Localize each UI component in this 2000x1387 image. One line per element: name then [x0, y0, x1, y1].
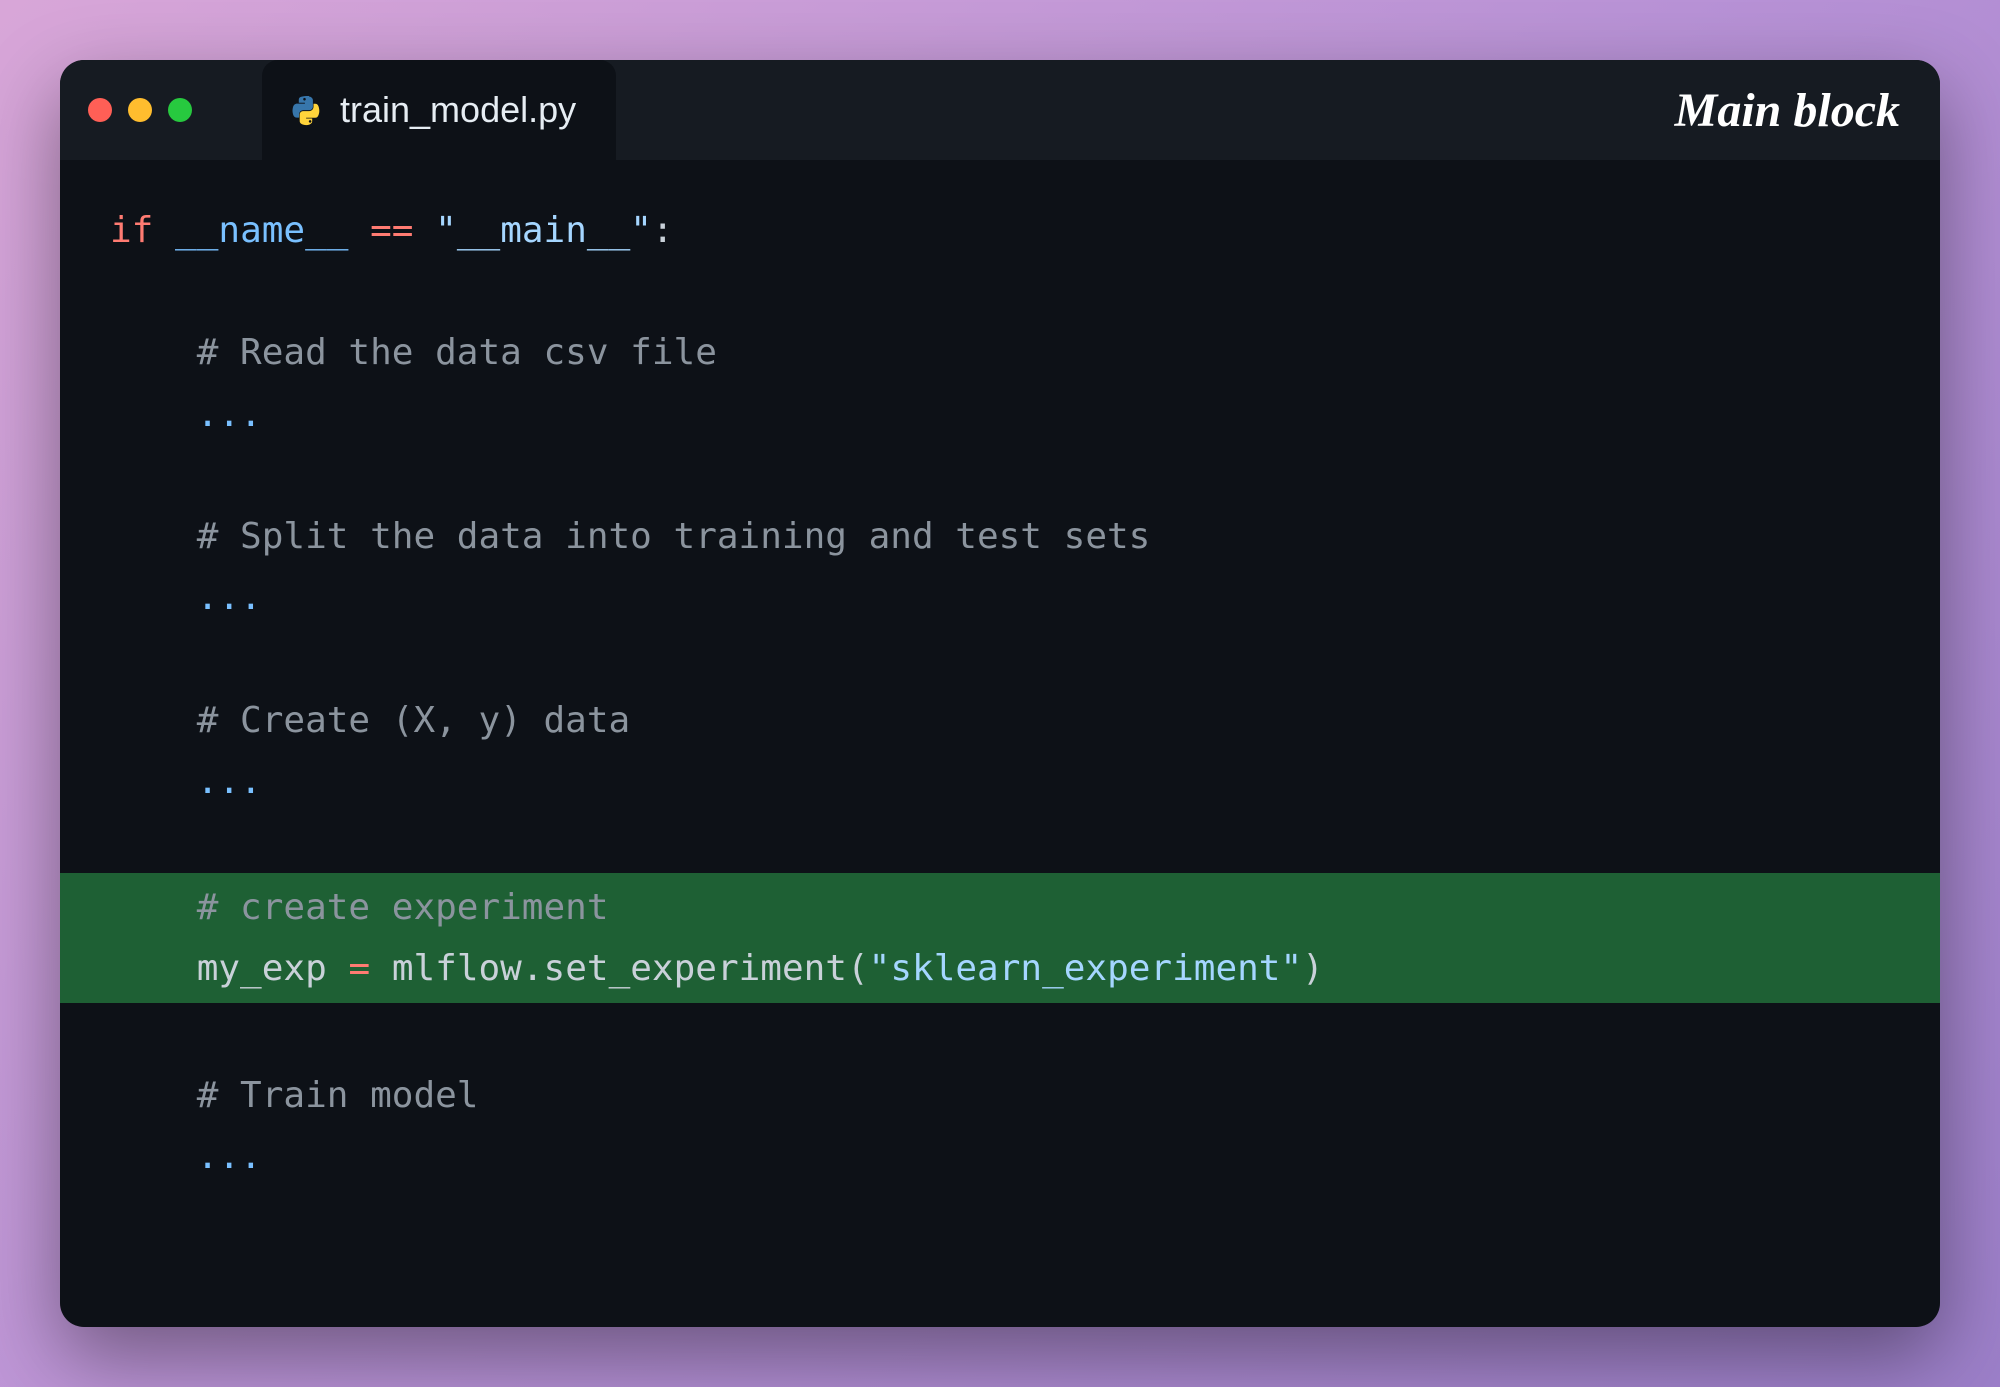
module-mlflow: mlflow [392, 948, 522, 989]
highlighted-code-block: # create experiment my_exp = mlflow.set_… [60, 873, 1940, 1003]
dot: . [522, 948, 544, 989]
window-title: Main block [1675, 83, 1900, 138]
comment: # Train model [197, 1075, 479, 1116]
editor-window: train_model.py Main block if __name__ ==… [60, 60, 1940, 1327]
blank-line [60, 261, 1940, 322]
comment: # create experiment [197, 887, 609, 928]
code-line: # Split the data into training and test … [60, 506, 1940, 567]
ellipsis: ... [197, 394, 262, 435]
code-line: ... [60, 1126, 1940, 1187]
string-experiment-name: "sklearn_experiment" [869, 948, 1302, 989]
colon: : [652, 210, 674, 251]
maximize-button[interactable] [168, 98, 192, 122]
minimize-button[interactable] [128, 98, 152, 122]
variable-my-exp: my_exp [197, 948, 327, 989]
blank-line [60, 1003, 1940, 1064]
code-line: # Train model [60, 1065, 1940, 1126]
ellipsis: ... [197, 1136, 262, 1177]
code-line: # Read the data csv file [60, 322, 1940, 383]
func-set-experiment: set_experiment [544, 948, 847, 989]
close-button[interactable] [88, 98, 112, 122]
operator-eq: == [370, 210, 413, 251]
comment: # Split the data into training and test … [197, 516, 1151, 557]
code-line: my_exp = mlflow.set_experiment("sklearn_… [60, 938, 1940, 999]
tab-filename: train_model.py [340, 89, 576, 131]
file-tab[interactable]: train_model.py [262, 60, 616, 160]
python-icon [292, 94, 324, 126]
titlebar: train_model.py Main block [60, 60, 1940, 160]
code-line: ... [60, 384, 1940, 445]
code-editor[interactable]: if __name__ == "__main__": # Read the da… [60, 160, 1940, 1217]
code-line: # create experiment [60, 877, 1940, 938]
code-line: ... [60, 567, 1940, 628]
comment: # Create (X, y) data [197, 700, 630, 741]
paren-open: ( [847, 948, 869, 989]
ellipsis: ... [197, 577, 262, 618]
blank-line [60, 628, 1940, 689]
comment: # Read the data csv file [197, 332, 717, 373]
blank-line [60, 445, 1940, 506]
paren-close: ) [1302, 948, 1324, 989]
ellipsis: ... [197, 761, 262, 802]
blank-line [60, 812, 1940, 873]
operator-assign: = [348, 948, 370, 989]
code-line: # Create (X, y) data [60, 690, 1940, 751]
code-line: ... [60, 751, 1940, 812]
dunder-name: __name__ [175, 210, 348, 251]
string-main: "__main__" [435, 210, 652, 251]
traffic-lights [88, 98, 192, 122]
code-line: if __name__ == "__main__": [60, 200, 1940, 261]
keyword-if: if [110, 210, 153, 251]
